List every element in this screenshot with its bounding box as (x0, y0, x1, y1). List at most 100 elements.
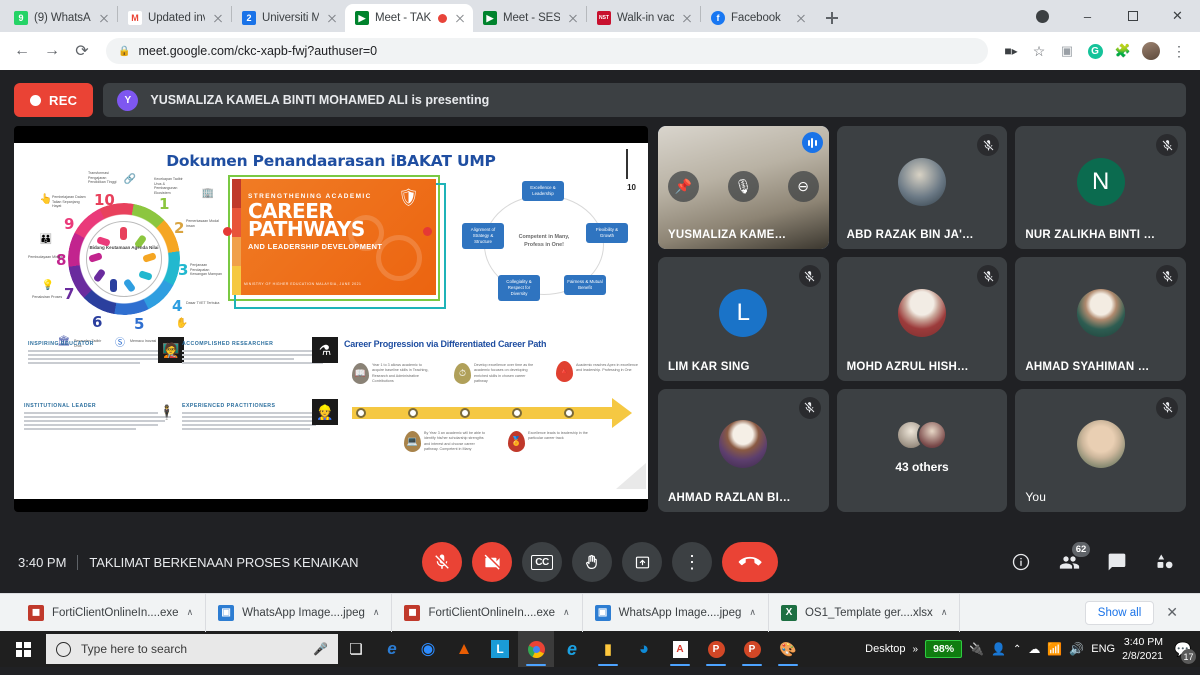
powerpoint-icon[interactable]: P (698, 631, 734, 667)
recording-indicator-button[interactable]: REC (14, 83, 94, 117)
remove-participant-icon[interactable]: ⊖ (787, 170, 819, 202)
media-cast-icon[interactable]: ▣ (1054, 38, 1080, 64)
close-icon[interactable] (211, 11, 225, 25)
internet-explorer-icon[interactable]: e (554, 631, 590, 667)
download-item-2[interactable]: ◼ FortiClientOnlineIn....exe ∧ (392, 593, 583, 632)
download-item-4[interactable]: X OS1_Template ger....xlsx ∧ (769, 593, 961, 632)
browser-tab-0[interactable]: 9 (9) WhatsApp (4, 4, 117, 32)
reload-icon[interactable]: ⟳ (68, 37, 96, 65)
chevron-up-icon[interactable]: ∧ (563, 607, 570, 618)
close-icon[interactable] (566, 11, 580, 25)
record-dot-icon (30, 94, 41, 106)
address-bar[interactable]: 🔒 meet.google.com/ckc-xapb-fwj?authuser=… (106, 38, 988, 64)
onedrive-icon[interactable]: ☁ (1028, 642, 1040, 656)
profile-avatar[interactable] (1138, 38, 1164, 64)
close-icon[interactable] (794, 11, 808, 25)
bookmark-star-icon[interactable]: ☆ (1026, 38, 1052, 64)
mute-participant-icon[interactable]: 🎙 (727, 170, 759, 202)
taskbar-search-input[interactable]: Type here to search 🎤 (46, 634, 338, 664)
volume-icon[interactable]: 🔊 (1069, 642, 1084, 656)
progression-heading: Career Progression via Differentiated Ca… (344, 339, 547, 349)
notification-center-button[interactable]: 💬 17 (1170, 631, 1196, 667)
browser-tab-2[interactable]: 2 Universiti Malays (232, 4, 345, 32)
lotus-icon[interactable]: L (482, 631, 518, 667)
presentation-viewport[interactable]: 10 Dokumen Penandaarasan iBAKAT UMP Bida… (14, 126, 648, 512)
battery-percent-badge[interactable]: 98% (925, 640, 963, 658)
back-icon[interactable]: ← (8, 37, 36, 65)
folder-icon[interactable]: ▮ (590, 631, 626, 667)
meeting-details-button[interactable] (1004, 545, 1038, 579)
captions-button[interactable]: CC (522, 542, 562, 582)
camera-icon[interactable]: ■▸ (998, 38, 1024, 64)
participant-tile-ahmad-syahiman[interactable]: AHMAD SYAHIMAN … (1015, 257, 1186, 381)
new-tab-button[interactable] (818, 4, 846, 32)
download-item-3[interactable]: ▣ WhatsApp Image....jpeg ∧ (583, 593, 769, 632)
close-icon[interactable] (680, 11, 694, 25)
participant-tile-others[interactable]: 43 others (836, 388, 1008, 512)
chrome-menu-icon[interactable]: ⋮ (1166, 38, 1192, 64)
start-button[interactable] (0, 631, 46, 667)
chevron-up-icon[interactable]: ∧ (187, 607, 194, 618)
people-icon[interactable]: 👤 (991, 642, 1006, 656)
acrobat-icon[interactable]: A (662, 631, 698, 667)
download-item-0[interactable]: ◼ FortiClientOnlineIn....exe ∧ (10, 593, 207, 632)
edge-icon[interactable]: ◕ (626, 631, 662, 667)
participant-tile-abd-razak[interactable]: ABD RAZAK BIN JA'… (836, 126, 1008, 250)
language-indicator[interactable]: ENG (1091, 643, 1115, 655)
chat-button[interactable] (1100, 545, 1134, 579)
minimize-button[interactable]: – (1065, 0, 1110, 32)
browser-tab-1[interactable]: M Updated invitatio (118, 4, 231, 32)
participant-tile-ahmad-razlan[interactable]: AHMAD RAZLAN BI… (658, 388, 829, 512)
edge-legacy-icon[interactable]: e (374, 631, 410, 667)
camera-off-button[interactable] (472, 542, 512, 582)
forward-icon[interactable]: → (38, 37, 66, 65)
paint-icon[interactable]: 🎨 (770, 631, 806, 667)
participant-tile-yusmaliza[interactable]: 📌 🎙 ⊖ YUSMALIZA KAME… (658, 126, 829, 250)
powerpoint-icon[interactable]: P (734, 631, 770, 667)
chevron-up-icon[interactable]: ∧ (941, 607, 948, 618)
microphone-off-button[interactable] (422, 542, 462, 582)
present-now-button[interactable] (622, 542, 662, 582)
close-icon[interactable] (453, 11, 467, 25)
microphone-icon[interactable]: 🎤 (313, 642, 328, 656)
wifi-icon[interactable]: 📶 (1047, 642, 1062, 656)
participant-tile-mohd-azrul[interactable]: MOHD AZRUL HISH… (836, 257, 1008, 381)
timeline-pin-2: 💻 (404, 431, 421, 452)
show-hidden-icons-icon[interactable]: ⌃ (1013, 644, 1021, 655)
browser-tab-5[interactable]: NST Walk-in vaccinati (587, 4, 700, 32)
vlc-icon[interactable]: ▲ (446, 631, 482, 667)
leave-call-button[interactable] (722, 542, 778, 582)
mic-off-icon (977, 134, 1000, 156)
chevron-up-icon[interactable]: ∧ (749, 607, 756, 618)
zoom-icon[interactable]: ◉ (410, 631, 446, 667)
taskbar-clock[interactable]: 3:40 PM 2/8/2021 (1122, 635, 1163, 663)
activities-button[interactable] (1148, 545, 1182, 579)
participants-button[interactable]: 62 (1052, 542, 1090, 579)
show-all-downloads-button[interactable]: Show all (1084, 600, 1155, 625)
download-item-1[interactable]: ▣ WhatsApp Image....jpeg ∧ (206, 593, 393, 632)
browser-tab-6[interactable]: f Facebook (701, 4, 814, 32)
raise-hand-button[interactable] (572, 542, 612, 582)
grammarly-icon[interactable]: G (1082, 38, 1108, 64)
participant-tile-lim-kar-sing[interactable]: L LIM KAR SING (658, 257, 829, 381)
participant-tile-you[interactable]: You (1015, 388, 1186, 512)
browser-tab-3-active[interactable]: ▶ Meet - TAKLI (345, 4, 473, 32)
hex-node-alignment: Alignment of Strategy & Structure (462, 223, 504, 249)
overflow-icon[interactable]: » (913, 644, 919, 655)
participant-tile-nur-zalikha[interactable]: N NUR ZALIKHA BINTI … (1015, 126, 1186, 250)
close-shelf-icon[interactable]: ✕ (1154, 604, 1190, 621)
pin-participant-icon[interactable]: 📌 (668, 170, 699, 202)
extensions-puzzle-icon[interactable]: 🧩 (1110, 38, 1136, 64)
close-icon[interactable] (97, 11, 111, 25)
close-icon[interactable] (325, 11, 339, 25)
more-options-button[interactable]: ⋮ (672, 542, 712, 582)
chrome-icon[interactable] (518, 631, 554, 667)
plug-icon[interactable]: 🔌 (969, 642, 984, 656)
task-view-icon[interactable]: ❏ (338, 631, 374, 667)
profile-pill-icon[interactable] (1020, 0, 1065, 32)
close-window-button[interactable]: ✕ (1155, 0, 1200, 32)
browser-tab-4[interactable]: ▶ Meet - SESI LAPO (473, 4, 586, 32)
chevron-up-icon[interactable]: ∧ (373, 607, 380, 618)
desktop-label[interactable]: Desktop (865, 643, 905, 655)
maximize-button[interactable] (1110, 0, 1155, 32)
